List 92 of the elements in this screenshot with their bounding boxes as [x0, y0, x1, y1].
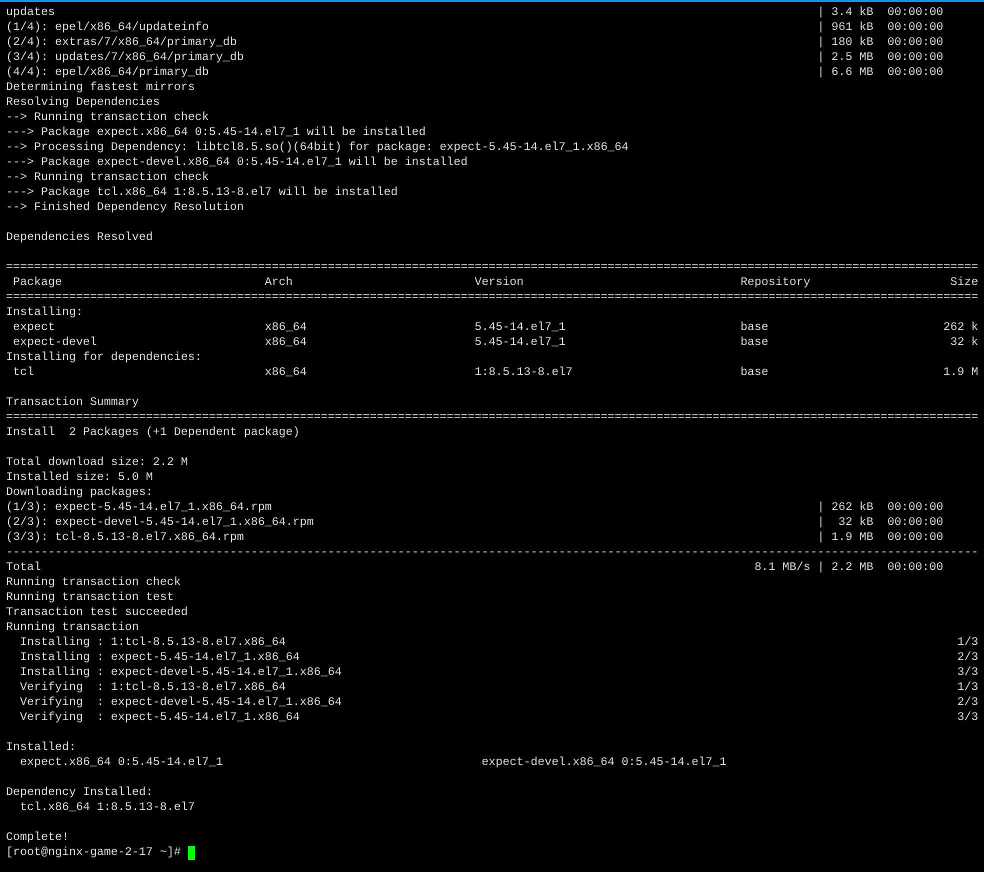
table-cell-text: 1.9 M: [942, 365, 978, 380]
terminal-line: Determining fastest mirrors: [6, 80, 196, 95]
step-count: 1/3: [957, 680, 978, 695]
terminal-line: Verifying : 1:tcl-8.5.13-8.el7.x86_64: [20, 680, 287, 695]
terminal-line: Dependency Installed:: [6, 785, 154, 800]
column-header: Size: [949, 275, 978, 290]
table-cell-text: expect-devel: [12, 335, 98, 350]
table-cell-text: base: [740, 365, 770, 380]
file-name: (2/3): expect-devel-5.45-14.el7_1.x86_64.rpm: [6, 515, 315, 530]
terminal-line: --> Running transaction check: [6, 170, 210, 185]
file-name: (1/4): epel/x86_64/updateinfo: [6, 20, 210, 35]
terminal-line: Transaction test succeeded: [6, 605, 189, 620]
table-cell-text: x86_64: [264, 335, 308, 350]
file-name: updates: [6, 5, 56, 20]
elapsed-time: 00:00:00: [887, 530, 944, 545]
elapsed-time: 00:00:00: [887, 5, 944, 20]
shell-prompt: [root@nginx-game-2-17 ~]#: [6, 845, 181, 860]
terminal-line: Verifying : expect-devel-5.45-14.el7_1.x86_64: [20, 695, 343, 710]
table-cell-text: 5.45-14.el7_1: [474, 320, 567, 335]
file-size: | 180 kB: [817, 35, 874, 50]
package-name: expect.x86_64 0:5.45-14.el7_1: [20, 755, 224, 770]
table-cell-text: 1:8.5.13-8.el7: [474, 365, 574, 380]
terminal-line: Install 2 Packages (+1 Dependent package): [6, 425, 301, 440]
elapsed-time: 00:00:00: [887, 35, 944, 50]
terminal-line: Running transaction check: [6, 575, 182, 590]
table-cell-text: 262 k: [942, 320, 978, 335]
file-size: | 1.9 MB: [817, 530, 874, 545]
table-cell-text: x86_64: [264, 320, 308, 335]
file-name: (3/3): tcl-8.5.13-8.el7.x86_64.rpm: [6, 530, 245, 545]
elapsed-time: 00:00:00: [887, 20, 944, 35]
file-size: | 2.2 MB: [817, 560, 874, 575]
terminal-line: Installing : expect-devel-5.45-14.el7_1.x86_64: [20, 665, 343, 680]
terminal-line: Running transaction test: [6, 590, 175, 605]
column-header: Repository: [740, 275, 812, 290]
file-name: (2/4): extras/7/x86_64/primary_db: [6, 35, 238, 50]
terminal-line: Installed:: [6, 740, 77, 755]
separator-line: ===========================================================================================================================================: [6, 410, 978, 425]
file-size: | 32 kB: [817, 515, 874, 530]
terminal-line: ---> Package expect-devel.x86_64 0:5.45-14.el7_1 will be installed: [6, 155, 469, 170]
step-count: 2/3: [957, 650, 978, 665]
package-name: expect-devel.x86_64 0:5.45-14.el7_1: [482, 755, 728, 770]
table-cell-text: base: [740, 335, 770, 350]
step-count: 2/3: [957, 695, 978, 710]
terminal-line: Verifying : expect-5.45-14.el7_1.x86_64: [20, 710, 301, 725]
terminal-line: Installing : 1:tcl-8.5.13-8.el7.x86_64: [20, 635, 287, 650]
terminal-line: Transaction Summary: [6, 395, 140, 410]
elapsed-time: 00:00:00: [887, 515, 944, 530]
terminal-line: Downloading packages:: [6, 485, 154, 500]
file-size: | 961 kB: [817, 20, 874, 35]
terminal-line: Resolving Dependencies: [6, 95, 161, 110]
file-name: (4/4): epel/x86_64/primary_db: [6, 65, 210, 80]
file-size: | 262 kB: [817, 500, 874, 515]
terminal-line: Dependencies Resolved: [6, 230, 154, 245]
file-name: (1/3): expect-5.45-14.el7_1.x86_64.rpm: [6, 500, 273, 515]
step-count: 3/3: [957, 665, 978, 680]
terminal-line: Running transaction: [6, 620, 140, 635]
elapsed-time: 00:00:00: [887, 65, 944, 80]
terminal-line: ---> Package expect.x86_64 0:5.45-14.el7_1 will be installed: [6, 125, 427, 140]
file-size: | 6.6 MB: [817, 65, 874, 80]
file-size: | 3.4 kB: [817, 5, 874, 20]
column-header: Package: [12, 275, 63, 290]
table-cell-text: 32 k: [949, 335, 978, 350]
download-rate: 8.1 MB/s: [754, 560, 810, 575]
terminal-line: --> Processing Dependency: libtcl8.5.so()(64bit) for package: expect-5.45-14.el7_1.x86_64: [6, 140, 630, 155]
step-count: 1/3: [957, 635, 978, 650]
terminal-line: --> Running transaction check: [6, 110, 210, 125]
file-size: | 2.5 MB: [817, 50, 874, 65]
terminal-line: Installing for dependencies:: [6, 350, 203, 365]
table-cell-text: x86_64: [264, 365, 308, 380]
file-name: (3/4): updates/7/x86_64/primary_db: [6, 50, 245, 65]
terminal-line: Complete!: [6, 830, 70, 845]
terminal-line: ---> Package tcl.x86_64 1:8.5.13-8.el7 will be installed: [6, 185, 399, 200]
table-cell-text: 5.45-14.el7_1: [474, 335, 567, 350]
terminal-line: Total download size: 2.2 M: [6, 455, 189, 470]
elapsed-time: 00:00:00: [887, 560, 944, 575]
separator-line: ===========================================================================================================================================: [6, 260, 978, 275]
column-header: Arch: [264, 275, 294, 290]
total-label: Total: [6, 560, 42, 575]
terminal-line: Installed size: 5.0 M: [6, 470, 154, 485]
package-name: tcl.x86_64 1:8.5.13-8.el7: [20, 800, 196, 815]
table-cell-text: tcl: [12, 365, 35, 380]
table-cell-text: base: [740, 320, 770, 335]
separator-line: ===========================================================================================================================================: [6, 290, 978, 305]
table-cell-text: expect: [12, 320, 56, 335]
elapsed-time: 00:00:00: [887, 50, 944, 65]
terminal-line: Installing:: [6, 305, 84, 320]
terminal-line: --> Finished Dependency Resolution: [6, 200, 245, 215]
elapsed-time: 00:00:00: [887, 500, 944, 515]
terminal-line: Installing : expect-5.45-14.el7_1.x86_64: [20, 650, 301, 665]
separator-line: -------------------------------------------------------------------------------------------------------------------------------------------: [6, 545, 978, 560]
column-header: Version: [474, 275, 525, 290]
step-count: 3/3: [957, 710, 978, 725]
